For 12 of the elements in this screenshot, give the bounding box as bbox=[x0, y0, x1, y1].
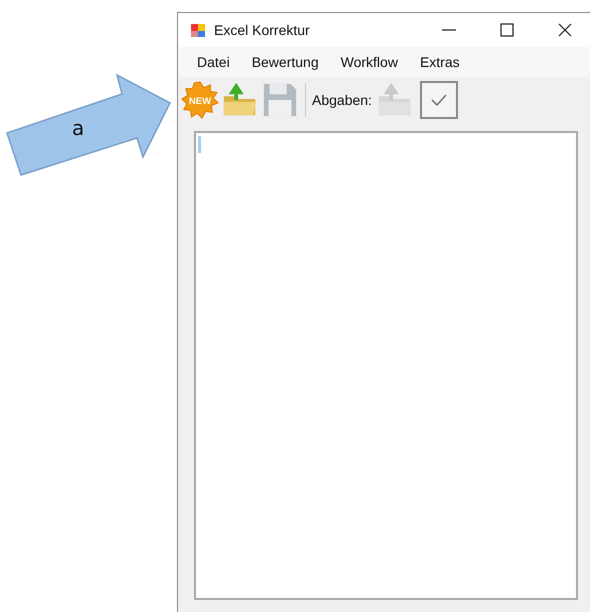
arrow-label: a bbox=[72, 116, 84, 140]
menu-item[interactable]: Extras bbox=[408, 54, 471, 70]
maximize-icon[interactable] bbox=[500, 23, 514, 37]
menu-item[interactable]: Datei bbox=[186, 54, 241, 70]
text-cursor bbox=[198, 136, 201, 153]
check-button[interactable] bbox=[420, 81, 458, 119]
menu-item[interactable]: Bewertung bbox=[240, 54, 330, 70]
app-icon bbox=[190, 22, 206, 38]
menu-item[interactable]: Workflow bbox=[330, 54, 409, 70]
toolbar-label: Abgaben: bbox=[312, 92, 372, 108]
window-title: Excel Korrektur bbox=[214, 22, 310, 38]
close-icon[interactable] bbox=[558, 23, 572, 37]
